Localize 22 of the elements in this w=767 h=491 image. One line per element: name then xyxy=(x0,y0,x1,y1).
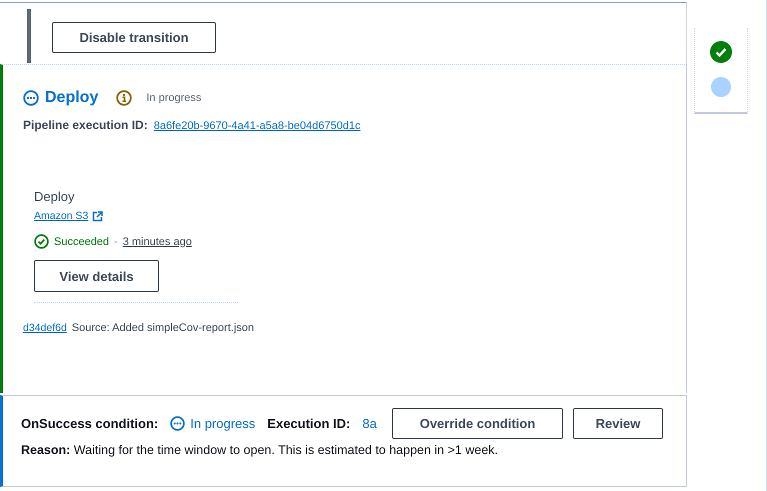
provider-link[interactable]: Amazon S3 xyxy=(34,210,88,222)
action-name: Deploy xyxy=(34,189,74,204)
condition-label: OnSuccess condition: xyxy=(21,416,158,431)
commit-link[interactable]: d34def6d xyxy=(23,322,67,334)
execution-id-label: Execution ID: xyxy=(267,416,350,431)
stage-status: In progress xyxy=(146,92,202,104)
external-link-icon xyxy=(92,210,104,222)
commit-message: Source: Added simpleCov-report.json xyxy=(72,322,254,334)
condition-status: In progress xyxy=(190,416,256,431)
execution-id-link[interactable]: 8a6fe20b-9670-4a41-a5a8-be04d6750d1c xyxy=(154,120,360,132)
separator: - xyxy=(114,236,118,248)
action-time: 3 minutes ago xyxy=(122,236,192,248)
execution-id-label: Pipeline execution ID: xyxy=(23,118,148,132)
stage-name: Deploy xyxy=(45,89,98,107)
action-status: Succeeded xyxy=(54,236,110,248)
condition-button[interactable]: Review xyxy=(573,408,663,439)
disable-transition-button[interactable]: Disable transition xyxy=(52,22,216,53)
condition-button[interactable]: Override condition xyxy=(392,408,563,439)
condition-reason: Reason: Waiting for the time window to open. This is estimated to happen in >1 week. xyxy=(21,443,499,457)
execution-id-link[interactable]: 8a xyxy=(362,416,377,431)
info-icon[interactable] xyxy=(116,90,132,106)
view-details-button[interactable]: View details xyxy=(34,260,159,292)
